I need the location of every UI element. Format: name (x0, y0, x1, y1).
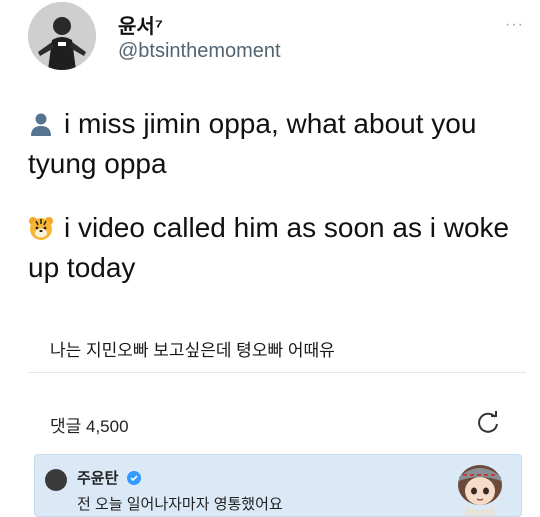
refresh-icon[interactable] (474, 408, 502, 436)
tweet-line-1-text: i miss jimin oppa, what about you tyung … (28, 108, 477, 179)
post-title: 나는 지민오빠 보고싶은데 텽오빠 어때유 (50, 341, 335, 360)
tweet-line-2-text: i video called him as soon as i woke up … (28, 212, 510, 283)
divider (28, 372, 526, 373)
reply-avatar[interactable] (45, 469, 67, 491)
reply-text: 전 오늘 일어나자마자 영통했어요 (77, 496, 283, 513)
tweet-line-1: i miss jimin oppa, what about you tyung … (28, 104, 528, 184)
bust-in-silhouette-icon (28, 108, 54, 136)
more-options-icon[interactable]: ··· (505, 16, 524, 34)
character-sticker-icon (447, 455, 513, 516)
author-handle[interactable]: @btsinthemoment (118, 40, 281, 63)
verified-badge-icon (126, 471, 141, 485)
embedded-screenshot: 나는 지민오빠 보고싶은데 텽오빠 어때유 댓글 4,500 주윤탄 전 오늘 … (28, 318, 526, 517)
reply-author[interactable]: 주윤탄 (77, 467, 141, 488)
tweet-body: i miss jimin oppa, what about you tyung … (28, 104, 528, 288)
reply-author-name: 주윤탄 (77, 470, 119, 487)
comments-count: 댓글 4,500 (50, 417, 129, 436)
author-avatar[interactable] (28, 2, 96, 70)
author-display-name[interactable]: 윤서⁷ (118, 10, 163, 39)
reply-card[interactable]: 주윤탄 전 오늘 일어나자마자 영통했어요 (34, 454, 522, 517)
tiger-face-icon (28, 212, 54, 240)
tweet-header: 윤서⁷ @btsinthemoment ··· (28, 0, 528, 80)
tweet-line-2: i video called him as soon as i woke up … (28, 208, 528, 288)
